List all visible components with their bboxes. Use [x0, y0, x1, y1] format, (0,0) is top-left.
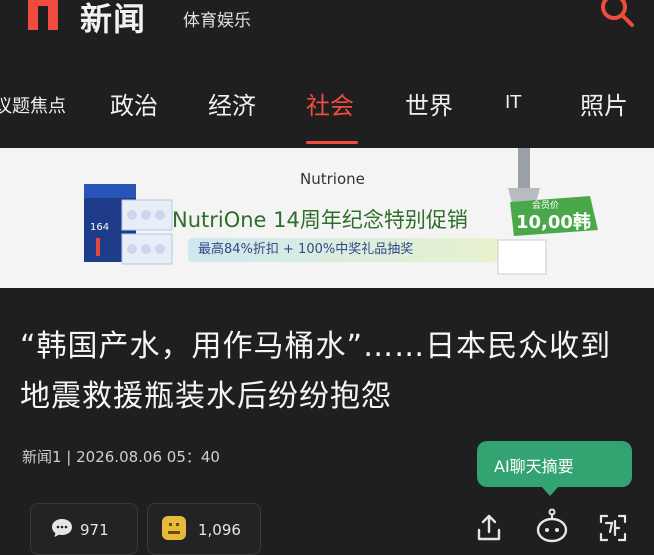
tooltip-tail — [541, 486, 559, 496]
badge-price: 10,00韩 — [516, 212, 591, 233]
section-label[interactable]: 体育娱乐 — [183, 6, 251, 31]
tab-world[interactable]: 世界 — [405, 86, 453, 121]
ad-headline: NutriOne 14周年纪念特别促销 — [172, 208, 468, 232]
product-box-image: 164 — [84, 184, 173, 265]
ad-banner[interactable]: 164 Nutrione NutriOne 14周年纪念特别促销 最高84%折扣… — [0, 148, 654, 288]
logo-text[interactable]: 新闻 — [80, 0, 146, 40]
ai-bot-icon[interactable] — [534, 508, 570, 544]
article-meta: 新闻1 | 2026.08.06 05：40 — [22, 448, 220, 466]
comment-icon — [52, 519, 72, 537]
ad-subline: 最高84%折扣 + 100%中奖礼品抽奖 — [188, 238, 498, 262]
comment-count: 971 — [80, 521, 109, 539]
share-icon[interactable] — [473, 512, 505, 544]
product-label: 164 — [90, 222, 109, 233]
tab-society[interactable]: 社会 — [306, 86, 354, 121]
active-tab-indicator — [306, 141, 358, 144]
search-icon[interactable] — [597, 0, 637, 32]
news-logo-icon[interactable] — [26, 0, 60, 30]
tab-topics[interactable]: 议题焦点 — [0, 92, 66, 118]
tab-economy[interactable]: 经济 — [208, 86, 256, 121]
article-title: “韩国产水，用作马桶水”……日本民众收到地震救援瓶装水后纷纷抱怨 — [20, 329, 612, 414]
category-nav: 议题焦点 政治 经济 社会 世界 IT 照片 — [0, 70, 654, 148]
translate-icon[interactable] — [597, 512, 629, 544]
ad-brand: Nutrione — [300, 170, 365, 188]
tab-photo[interactable]: 照片 — [580, 86, 628, 121]
reaction-count: 1,096 — [198, 521, 241, 539]
tab-politics[interactable]: 政治 — [110, 86, 158, 121]
top-header: 新闻 体育娱乐 — [0, 0, 654, 52]
ai-summary-label[interactable]: AI聊天摘要 — [494, 453, 574, 477]
tab-it[interactable]: IT — [505, 92, 521, 113]
reaction-icon — [162, 516, 186, 540]
